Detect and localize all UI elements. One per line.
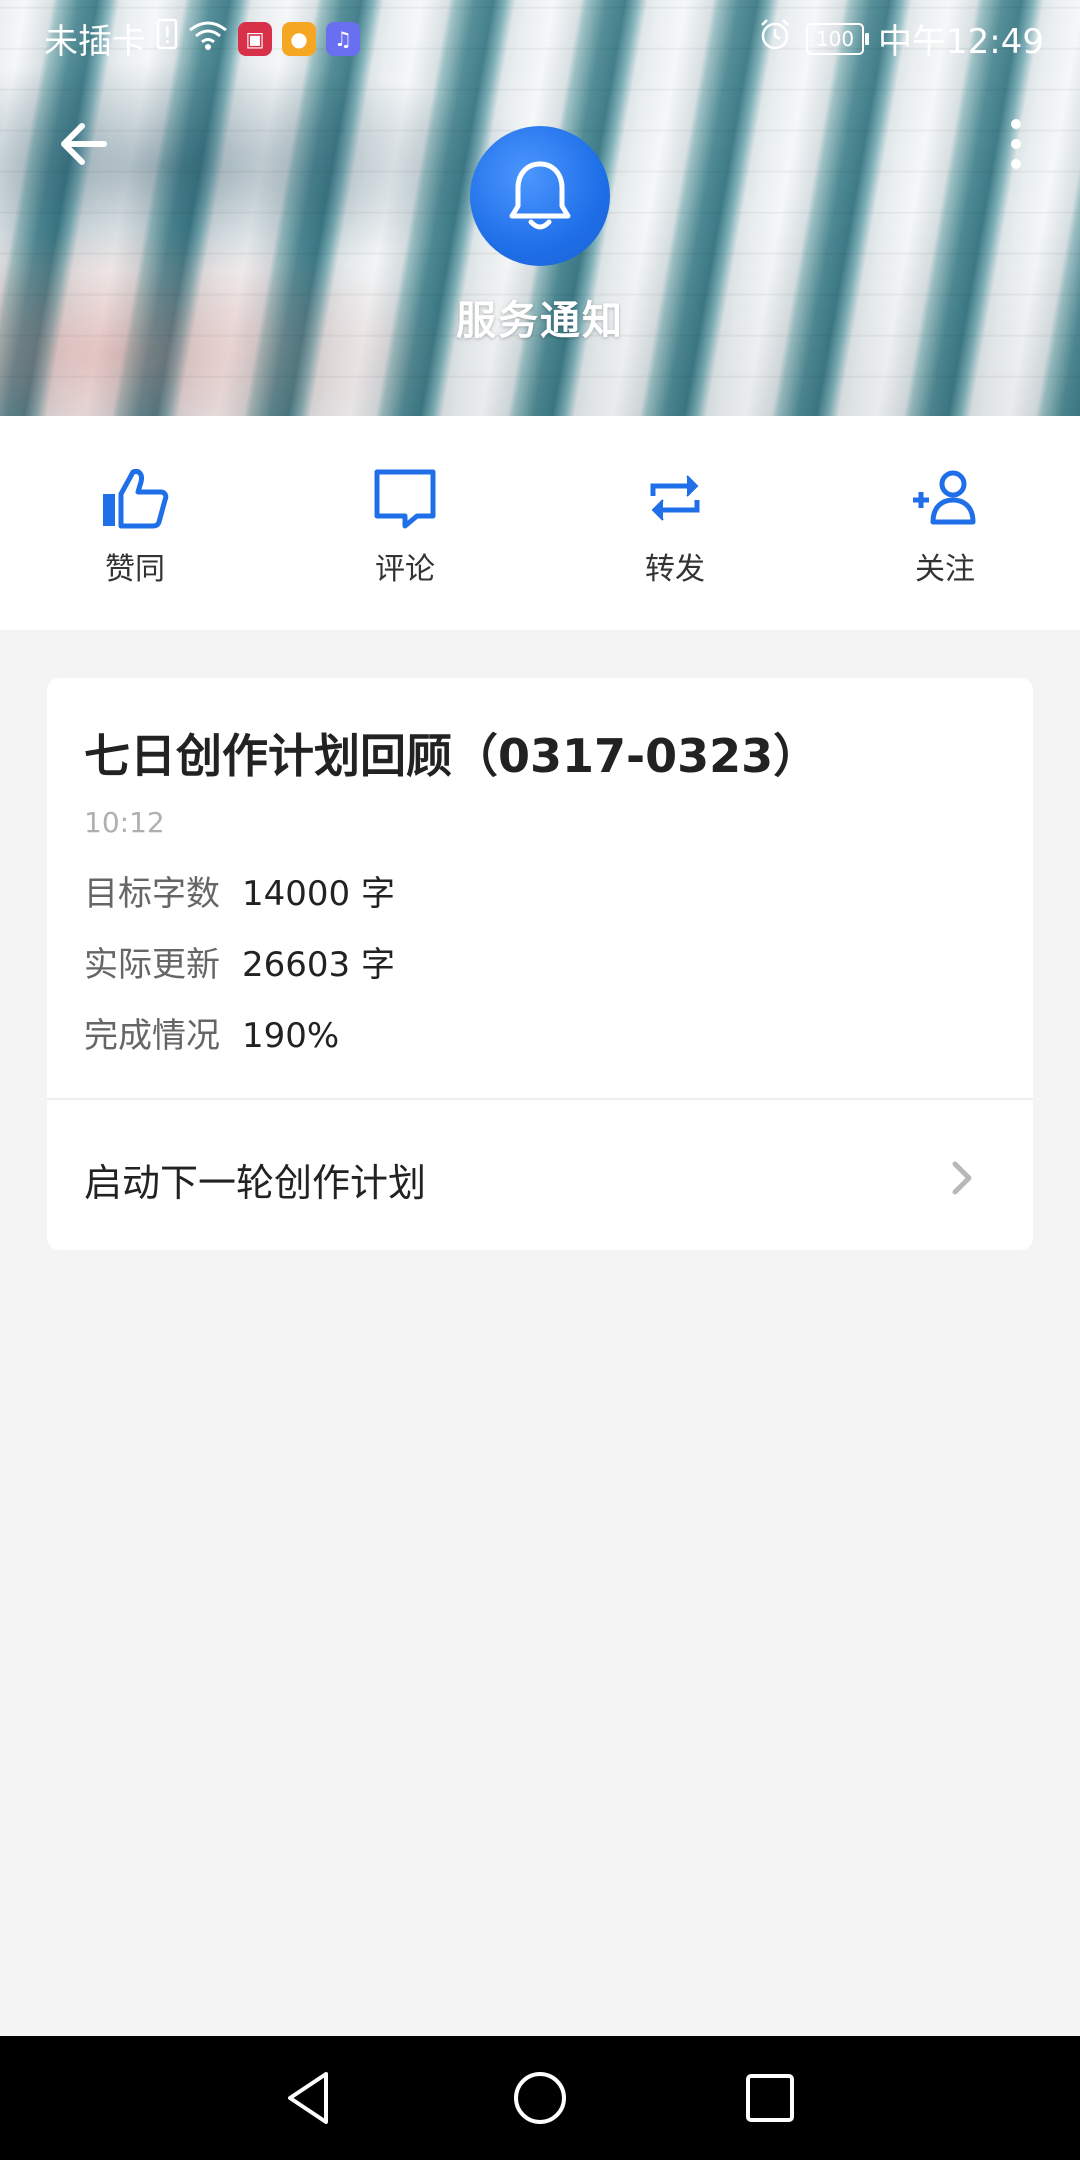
back-button[interactable] (52, 112, 116, 176)
like-button[interactable]: 赞同 (0, 466, 270, 596)
status-bar: 未插卡 ▣ ● ♫ 100 中午12:49 (0, 0, 1080, 72)
next-plan-label: 启动下一轮创作计划 (84, 1161, 427, 1205)
chevron-right-icon (952, 1161, 972, 1195)
stat-value: 190% (242, 1016, 340, 1056)
bell-icon (509, 161, 571, 230)
triangle-back-icon (288, 2072, 328, 2124)
sim-alert-icon (156, 18, 178, 59)
follow-button[interactable]: 关注 (810, 466, 1080, 596)
music-app-icon: ♫ (326, 21, 360, 56)
circle-home-icon (514, 2072, 566, 2124)
avatar (470, 126, 610, 266)
clock-text: 中午12:49 (878, 22, 1044, 62)
stat-row-completion: 完成情况 190% (84, 1008, 339, 1057)
shopping-app-icon: ▣ (238, 21, 272, 56)
system-nav-bar (0, 2036, 1080, 2160)
square-recents-icon (746, 2074, 794, 2122)
stat-label: 完成情况 (84, 1016, 220, 1056)
nav-recents-button[interactable] (738, 2066, 802, 2130)
follow-label: 关注 (915, 552, 975, 587)
stat-value: 26603 字 (242, 945, 395, 985)
battery-icon: 100 (806, 22, 870, 55)
like-label: 赞同 (105, 552, 165, 587)
screen: 未插卡 ▣ ● ♫ 100 中午12:49 服务通知 赞同 评论 转发 关注 七… (0, 0, 1080, 2160)
page-title: 服务通知 (456, 298, 624, 344)
nav-home-button[interactable] (508, 2066, 572, 2130)
nav-back-button[interactable] (278, 2066, 342, 2130)
wifi-icon (188, 19, 228, 59)
more-options-button[interactable] (1004, 112, 1028, 176)
comment-button[interactable]: 评论 (270, 466, 540, 596)
repost-label: 转发 (645, 552, 705, 587)
comment-label: 评论 (375, 552, 435, 587)
thumbs-up-icon (103, 469, 169, 529)
stat-label: 实际更新 (84, 945, 220, 985)
stat-row-target: 目标字数 14000 字 (84, 866, 395, 915)
action-bar: 赞同 评论 转发 关注 (0, 416, 1080, 630)
carrier-text: 未插卡 (44, 22, 146, 62)
repost-icon (650, 475, 700, 521)
repost-button[interactable]: 转发 (540, 466, 810, 596)
more-vertical-icon (1011, 119, 1021, 169)
start-next-plan-link[interactable]: 启动下一轮创作计划 (47, 1100, 1033, 1250)
card-title: 七日创作计划回顾（0317-0323） (84, 729, 820, 783)
notes-app-icon: ● (282, 21, 316, 56)
back-arrow-icon (61, 123, 107, 165)
alarm-icon (758, 17, 792, 60)
comment-icon (374, 469, 436, 529)
stat-row-actual: 实际更新 26603 字 (84, 937, 395, 986)
stat-label: 目标字数 (84, 874, 220, 914)
plan-review-card: 七日创作计划回顾（0317-0323） 10:12 目标字数 14000 字 实际… (47, 678, 1033, 1250)
add-follow-icon (913, 470, 976, 525)
card-timestamp: 10:12 (84, 806, 165, 839)
stat-value: 14000 字 (242, 874, 395, 914)
